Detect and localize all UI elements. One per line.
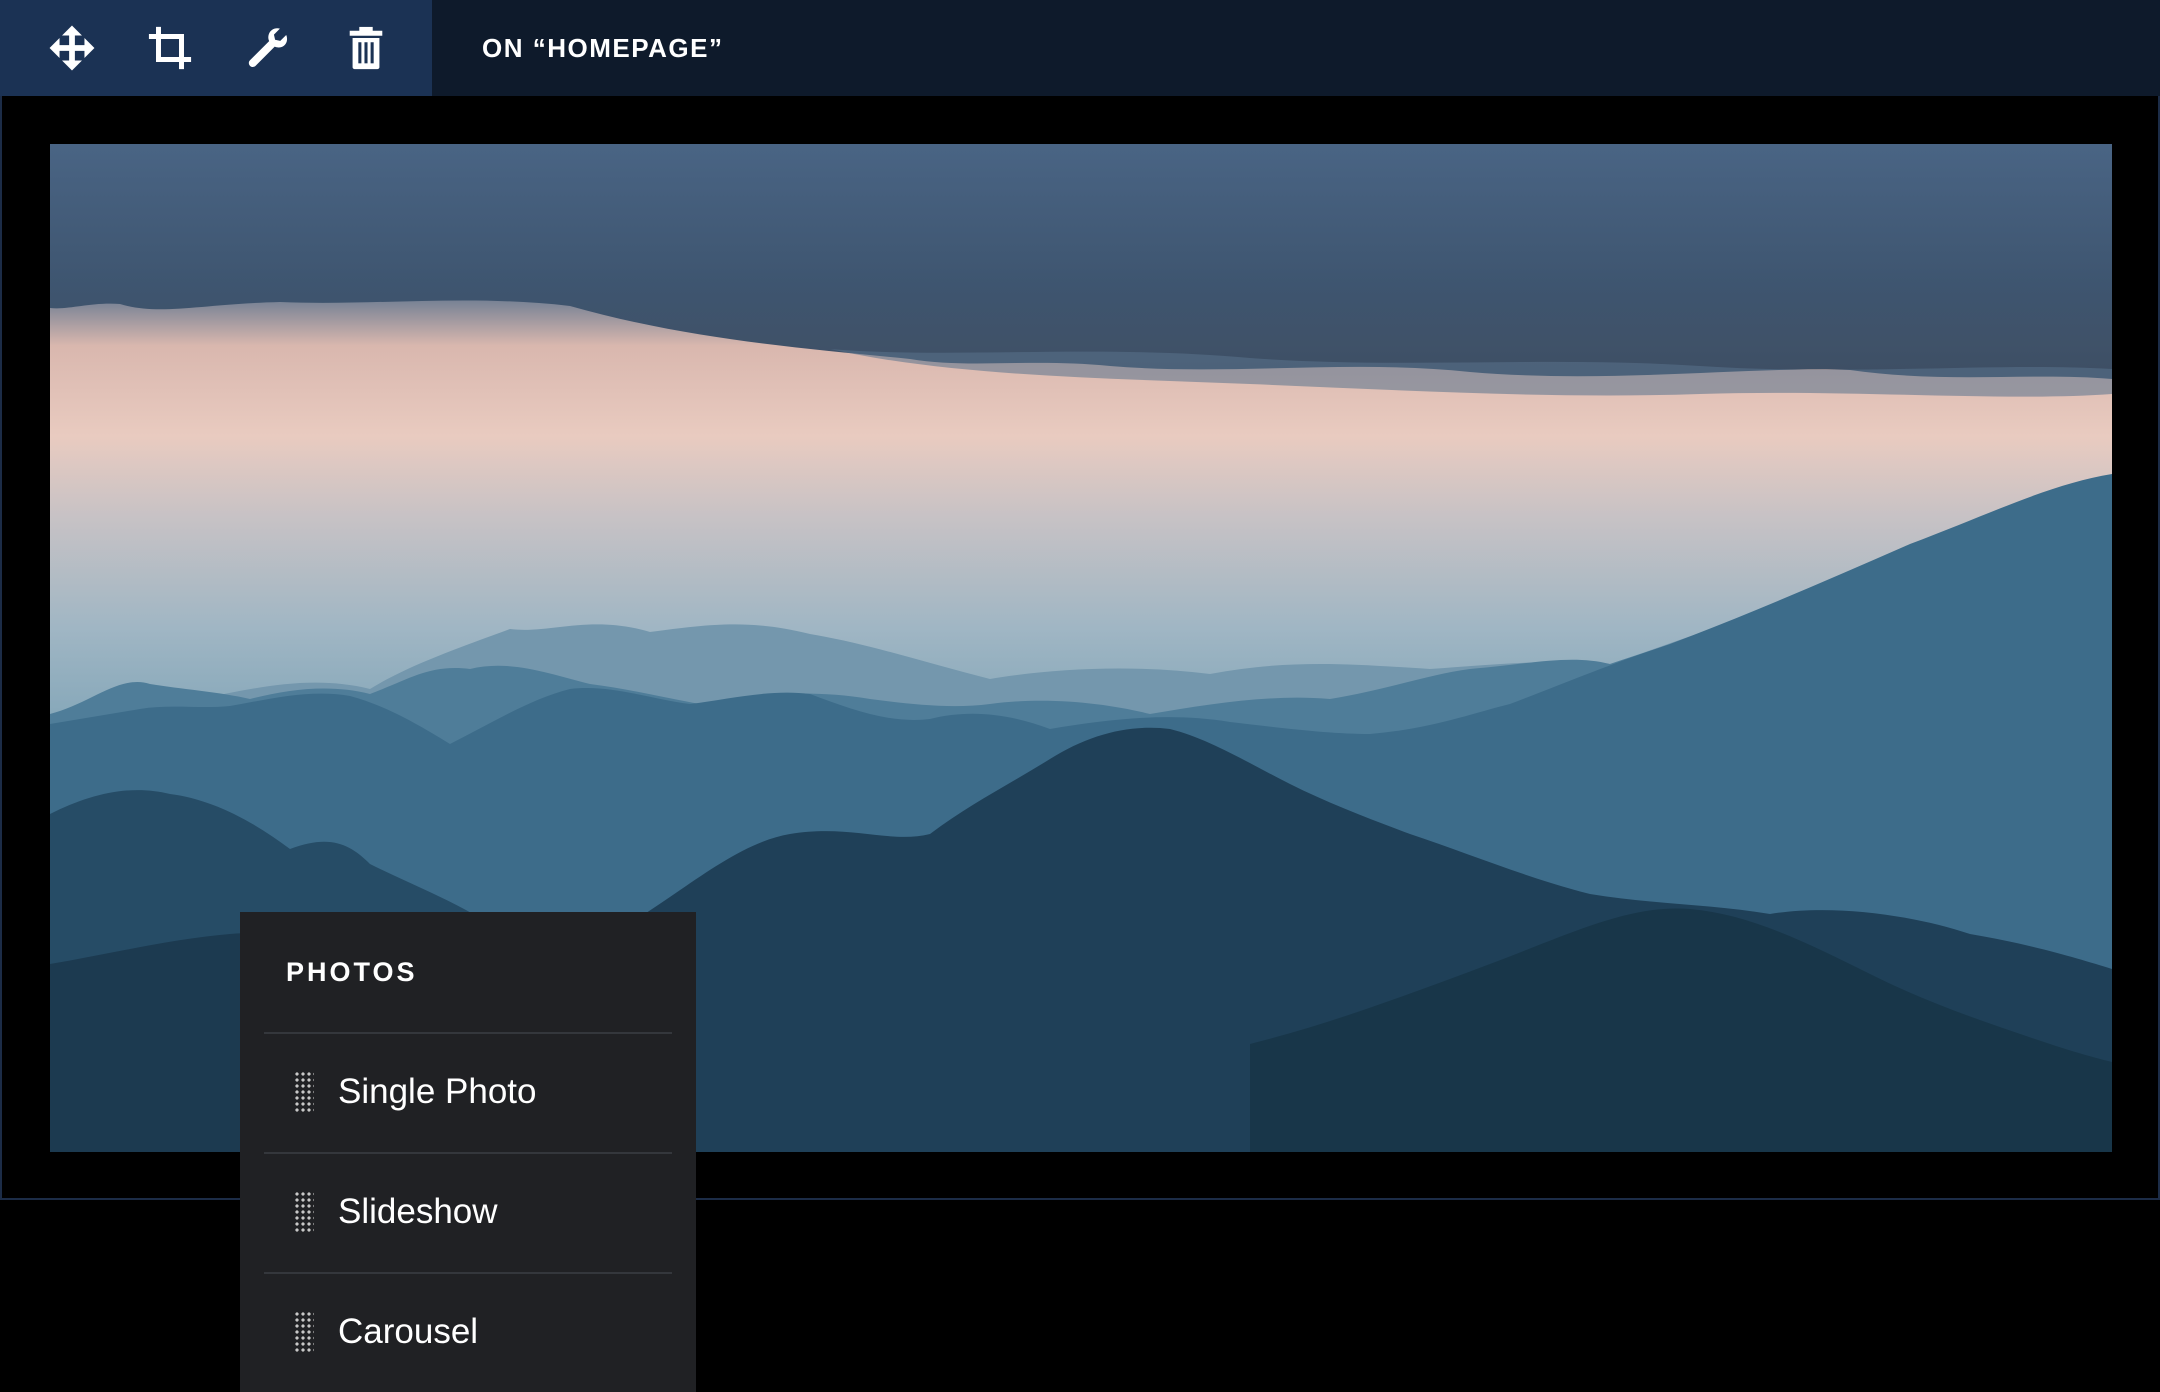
- editor-stage: ON “HOMEPAGE” PHOTOS Single Photo Slides…: [0, 0, 2160, 1392]
- menu-item-label: Slideshow: [338, 1192, 498, 1231]
- photos-block-menu: PHOTOS Single Photo Slideshow Carousel: [240, 912, 696, 1392]
- block-toolbar: ON “HOMEPAGE”: [0, 0, 2160, 96]
- delete-button[interactable]: [338, 20, 394, 76]
- drag-handle-icon[interactable]: [294, 1191, 314, 1233]
- menu-item-slideshow[interactable]: Slideshow: [240, 1152, 696, 1272]
- move-icon: [49, 25, 95, 71]
- page-location-label: ON “HOMEPAGE”: [482, 32, 724, 63]
- wrench-icon: [248, 28, 288, 67]
- drag-handle-icon[interactable]: [294, 1071, 314, 1113]
- trash-icon: [349, 26, 383, 70]
- crop-icon: [148, 26, 192, 70]
- tool-group: [0, 0, 432, 96]
- drag-handle-icon[interactable]: [294, 1311, 314, 1353]
- crop-button[interactable]: [142, 20, 198, 76]
- move-button[interactable]: [44, 20, 100, 76]
- photos-menu-title: PHOTOS: [286, 956, 418, 987]
- menu-item-label: Single Photo: [338, 1072, 537, 1111]
- settings-button[interactable]: [240, 20, 296, 76]
- menu-item-label: Carousel: [338, 1312, 479, 1351]
- menu-item-carousel[interactable]: Carousel: [240, 1272, 696, 1392]
- menu-item-single-photo[interactable]: Single Photo: [240, 1032, 696, 1152]
